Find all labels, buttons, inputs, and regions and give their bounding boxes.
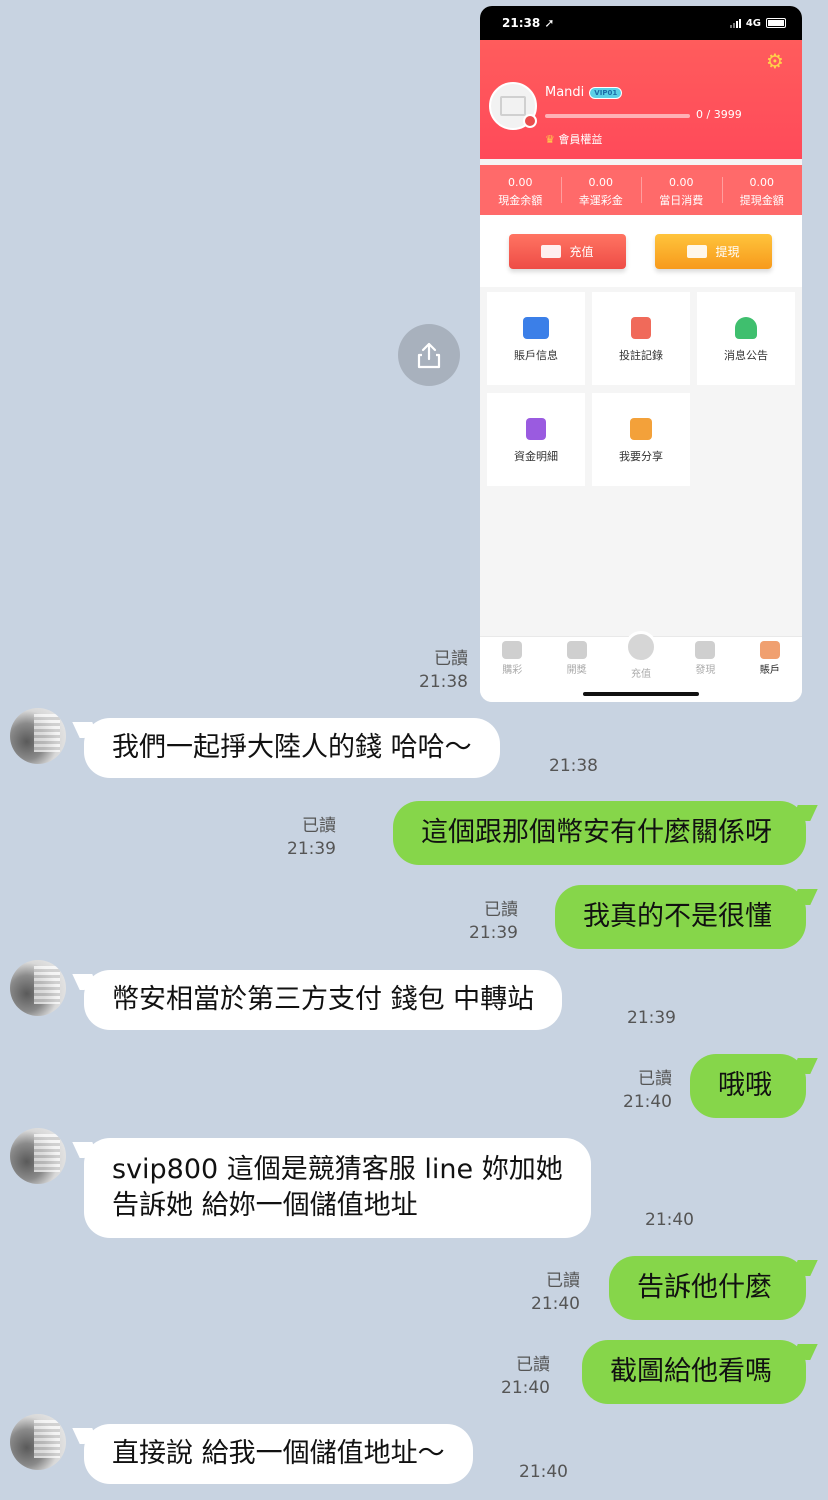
ledger-icon bbox=[526, 418, 546, 440]
support-agent-icon bbox=[735, 317, 757, 339]
read-receipt: 已讀 21:40 bbox=[501, 1355, 550, 1398]
message-bubble-out[interactable]: 哦哦 bbox=[690, 1054, 806, 1118]
message-time: 21:40 bbox=[645, 1210, 694, 1230]
profile-header: ⚙ Mandi VIP01 bbox=[480, 40, 802, 159]
user-icon bbox=[759, 641, 780, 659]
crown-icon: ♛ bbox=[545, 133, 555, 146]
card-icon bbox=[541, 245, 562, 258]
gear-icon[interactable]: ⚙ bbox=[764, 50, 786, 72]
message-bubble-in[interactable]: 幣安相當於第三方支付 錢包 中轉站 bbox=[84, 970, 563, 1030]
bulb-icon bbox=[695, 641, 716, 659]
message-bubble-out[interactable]: 告訴他什麼 bbox=[609, 1256, 806, 1320]
network-label: 4G bbox=[745, 17, 761, 29]
stat-cash-balance: 0.00 現金余額 bbox=[498, 176, 543, 207]
edit-icon bbox=[523, 114, 537, 128]
shared-screenshot-image[interactable]: 21:38 ➚ 4G ⚙ Mandi VIP01 0 / 3999 ♛ 會員權益… bbox=[480, 6, 802, 702]
tile-bet-records[interactable]: 投註記錄 bbox=[592, 292, 690, 385]
stat-lucky-bonus: 0.00 幸運彩金 bbox=[560, 165, 642, 215]
message-bubble-out[interactable]: 這個跟那個幣安有什麼關係呀 bbox=[393, 801, 806, 865]
read-receipt: 已讀 21:39 bbox=[469, 900, 518, 943]
home-indicator bbox=[583, 692, 699, 696]
money-bag-icon bbox=[625, 631, 658, 663]
tile-announcements[interactable]: 消息公告 bbox=[697, 292, 795, 385]
account-card-icon bbox=[523, 317, 549, 339]
phone-status-bar: 21:38 ➚ 4G bbox=[480, 6, 802, 40]
signal-icon bbox=[729, 18, 741, 28]
home-icon bbox=[502, 641, 523, 659]
wallet-icon bbox=[687, 245, 708, 258]
balance-stats: 0.00 現金余額 0.00 幸運彩金 0.00 當日消費 0.00 提現金額 bbox=[480, 165, 802, 215]
share-button[interactable] bbox=[398, 324, 460, 386]
battery-icon bbox=[766, 18, 786, 28]
tab-account[interactable]: 賬戶 bbox=[738, 637, 802, 702]
contact-avatar[interactable] bbox=[10, 708, 66, 764]
message-bubble-in[interactable]: 直接說 給我一個儲值地址～ bbox=[84, 1424, 473, 1484]
stat-withdraw-amount: 0.00 提現金額 bbox=[721, 165, 803, 215]
phone-status-time: 21:38 ➚ bbox=[502, 16, 555, 30]
vip-badge: VIP01 bbox=[589, 86, 623, 99]
trophy-icon bbox=[566, 641, 587, 659]
read-receipt: 已讀 21:40 bbox=[623, 1069, 672, 1112]
recharge-button[interactable]: 充值 bbox=[509, 234, 626, 269]
avatar[interactable] bbox=[489, 82, 537, 130]
username: Mandi bbox=[545, 85, 585, 100]
message-bubble-in[interactable]: 我們一起掙大陸人的錢 哈哈～ bbox=[84, 718, 500, 778]
withdraw-button[interactable]: 提現 bbox=[655, 234, 772, 269]
level-progress-text: 0 / 3999 bbox=[696, 108, 742, 121]
read-receipt: 已讀 21:39 bbox=[287, 816, 336, 859]
tile-share[interactable]: 我要分享 bbox=[592, 393, 690, 486]
message-bubble-in[interactable]: svip800 這個是競猜客服 line 妳加她 告訴她 給妳一個儲值地址 bbox=[84, 1138, 591, 1238]
upload-share-icon bbox=[417, 342, 441, 369]
member-benefits-link[interactable]: ♛ 會員權益 bbox=[545, 131, 602, 147]
image-placeholder-icon bbox=[500, 96, 526, 116]
message-bubble-out[interactable]: 我真的不是很懂 bbox=[555, 885, 806, 949]
contact-avatar[interactable] bbox=[10, 960, 66, 1016]
message-time: 21:39 bbox=[627, 1008, 676, 1028]
level-progress-bar bbox=[545, 114, 690, 118]
tile-account-info[interactable]: 賬戶信息 bbox=[487, 292, 585, 385]
share-icon bbox=[630, 418, 652, 440]
contact-avatar[interactable] bbox=[10, 1128, 66, 1184]
contact-avatar[interactable] bbox=[10, 1414, 66, 1470]
stat-daily-spend: 0.00 當日消費 bbox=[641, 165, 722, 215]
action-bar: 充值 提現 bbox=[480, 215, 802, 287]
notebook-icon bbox=[631, 317, 651, 339]
image-read-receipt: 已讀 21:38 bbox=[419, 649, 468, 692]
read-receipt: 已讀 21:40 bbox=[531, 1271, 580, 1314]
message-time: 21:38 bbox=[549, 756, 598, 776]
message-bubble-out[interactable]: 截圖給他看嗎 bbox=[582, 1340, 806, 1404]
tile-fund-details[interactable]: 資金明細 bbox=[487, 393, 585, 486]
tab-buy-lottery[interactable]: 購彩 bbox=[480, 637, 544, 702]
message-time: 21:40 bbox=[519, 1462, 568, 1482]
